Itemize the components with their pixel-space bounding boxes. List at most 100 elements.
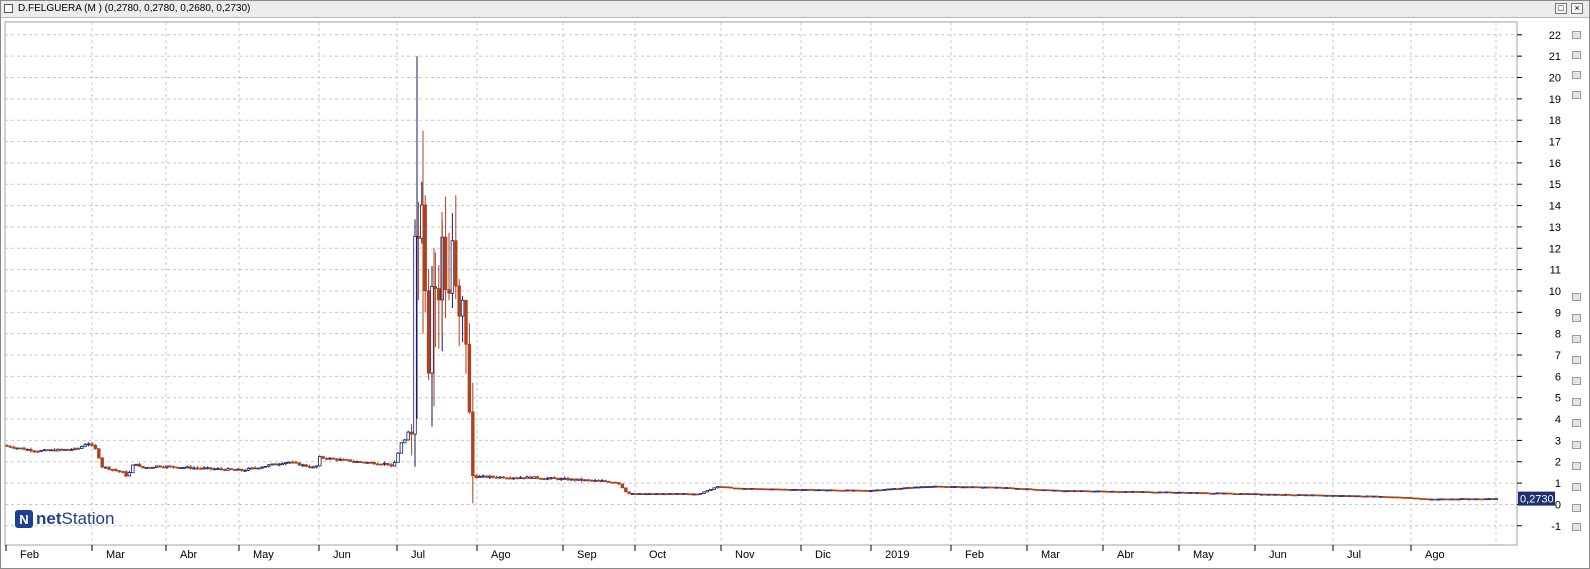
price-scale-scrollbar[interactable] <box>1572 31 1581 531</box>
candle-body[interactable] <box>600 480 604 483</box>
candle-body[interactable] <box>1161 491 1165 494</box>
candle-body[interactable] <box>32 450 36 453</box>
candle-body[interactable] <box>590 479 594 482</box>
candle-body[interactable] <box>1021 488 1026 491</box>
candle-body[interactable] <box>307 466 312 468</box>
candle-body[interactable] <box>59 448 64 451</box>
close-icon[interactable]: × <box>1571 3 1583 14</box>
candle-body[interactable] <box>1242 493 1247 495</box>
candle-body[interactable] <box>477 475 482 479</box>
candle-body[interactable] <box>773 488 778 491</box>
candle-body[interactable] <box>981 486 985 489</box>
candle-body[interactable] <box>76 447 81 450</box>
candle-body[interactable] <box>780 488 784 491</box>
candle-body[interactable] <box>1463 498 1468 501</box>
candle-body[interactable] <box>525 476 529 479</box>
candle-body[interactable] <box>923 486 927 489</box>
candle-body[interactable] <box>1283 493 1288 496</box>
scroll-up-handle[interactable] <box>1572 31 1581 39</box>
candle-body[interactable] <box>423 204 427 292</box>
candle-body[interactable] <box>314 465 319 468</box>
candle-body[interactable] <box>1450 498 1454 501</box>
candle-body[interactable] <box>304 464 308 467</box>
candle-body[interactable] <box>284 461 288 465</box>
candle-body[interactable] <box>579 478 584 481</box>
candle-body[interactable] <box>783 488 788 491</box>
candle-body[interactable] <box>906 487 910 489</box>
candle-body[interactable] <box>80 445 84 449</box>
candle-body[interactable] <box>532 476 536 479</box>
candle-body[interactable] <box>1324 494 1328 497</box>
candle-body[interactable] <box>1446 498 1451 501</box>
candle-body[interactable] <box>484 475 489 478</box>
candle-body[interactable] <box>243 469 247 472</box>
candle-body[interactable] <box>212 468 217 471</box>
candle-body[interactable] <box>1307 494 1311 497</box>
candle-body[interactable] <box>607 481 611 483</box>
candle-body[interactable] <box>1348 495 1352 498</box>
candle-body[interactable] <box>413 235 417 435</box>
candle-body[interactable] <box>103 466 108 469</box>
candle-body[interactable] <box>1178 491 1182 494</box>
candle-body[interactable] <box>1402 497 1407 499</box>
candle-body[interactable] <box>165 465 169 468</box>
candle-body[interactable] <box>1351 495 1356 498</box>
candle-body[interactable] <box>926 486 931 488</box>
candle-body[interactable] <box>294 461 298 464</box>
candle-body[interactable] <box>855 489 859 492</box>
candle-body[interactable] <box>1134 490 1138 493</box>
candle-body[interactable] <box>199 467 203 470</box>
candle-body[interactable] <box>137 463 142 467</box>
candle-body[interactable] <box>331 457 336 460</box>
candle-body[interactable] <box>841 489 846 492</box>
candle-body[interactable] <box>736 487 740 490</box>
candle-body[interactable] <box>1100 490 1104 493</box>
candle-body[interactable] <box>875 489 880 492</box>
candle-body[interactable] <box>324 457 329 460</box>
candle-body[interactable] <box>219 468 223 471</box>
scroll-handle[interactable] <box>1572 356 1581 364</box>
candle-body[interactable] <box>290 461 295 464</box>
candle-body[interactable] <box>182 467 186 469</box>
candle-body[interactable] <box>1117 491 1121 493</box>
candle-body[interactable] <box>627 491 631 495</box>
candle-body[interactable] <box>110 469 115 471</box>
candle-body[interactable] <box>1314 494 1318 497</box>
candle-body[interactable] <box>1089 490 1094 493</box>
candle-body[interactable] <box>501 476 506 479</box>
candle-body[interactable] <box>1487 498 1492 500</box>
scroll-handle[interactable] <box>1572 462 1581 470</box>
candle-body[interactable] <box>1232 493 1237 495</box>
candle-body[interactable] <box>1205 492 1209 495</box>
candle-body[interactable] <box>1389 496 1393 499</box>
scroll-handle[interactable] <box>1572 377 1581 385</box>
candle-body[interactable] <box>42 449 47 452</box>
candle-body[interactable] <box>746 488 750 490</box>
candle-body[interactable] <box>624 487 628 493</box>
candle-body[interactable] <box>651 493 655 496</box>
candle-body[interactable] <box>1130 490 1135 493</box>
candle-body[interactable] <box>1338 495 1342 497</box>
candle-body[interactable] <box>1423 498 1427 501</box>
candle-body[interactable] <box>1304 494 1308 497</box>
candle-body[interactable] <box>879 489 883 492</box>
candle-body[interactable] <box>29 448 33 452</box>
candle-body[interactable] <box>1191 492 1196 494</box>
candle-body[interactable] <box>1276 493 1281 496</box>
candle-body[interactable] <box>1195 492 1199 494</box>
candle-body[interactable] <box>161 466 166 469</box>
candle-body[interactable] <box>654 493 659 496</box>
scroll-handle[interactable] <box>1572 335 1581 343</box>
candle-body[interactable] <box>403 439 407 444</box>
candle-body[interactable] <box>726 486 730 489</box>
candle-body[interactable] <box>226 468 230 471</box>
candle-body[interactable] <box>491 475 495 478</box>
candle-body[interactable] <box>838 489 842 492</box>
scroll-handle[interactable] <box>1572 91 1581 99</box>
candle-body[interactable] <box>933 485 937 488</box>
candle-body[interactable] <box>471 411 475 477</box>
candle-body[interactable] <box>671 493 676 495</box>
candle-body[interactable] <box>539 477 543 480</box>
candle-body[interactable] <box>1331 494 1335 497</box>
candle-body[interactable] <box>930 485 934 488</box>
